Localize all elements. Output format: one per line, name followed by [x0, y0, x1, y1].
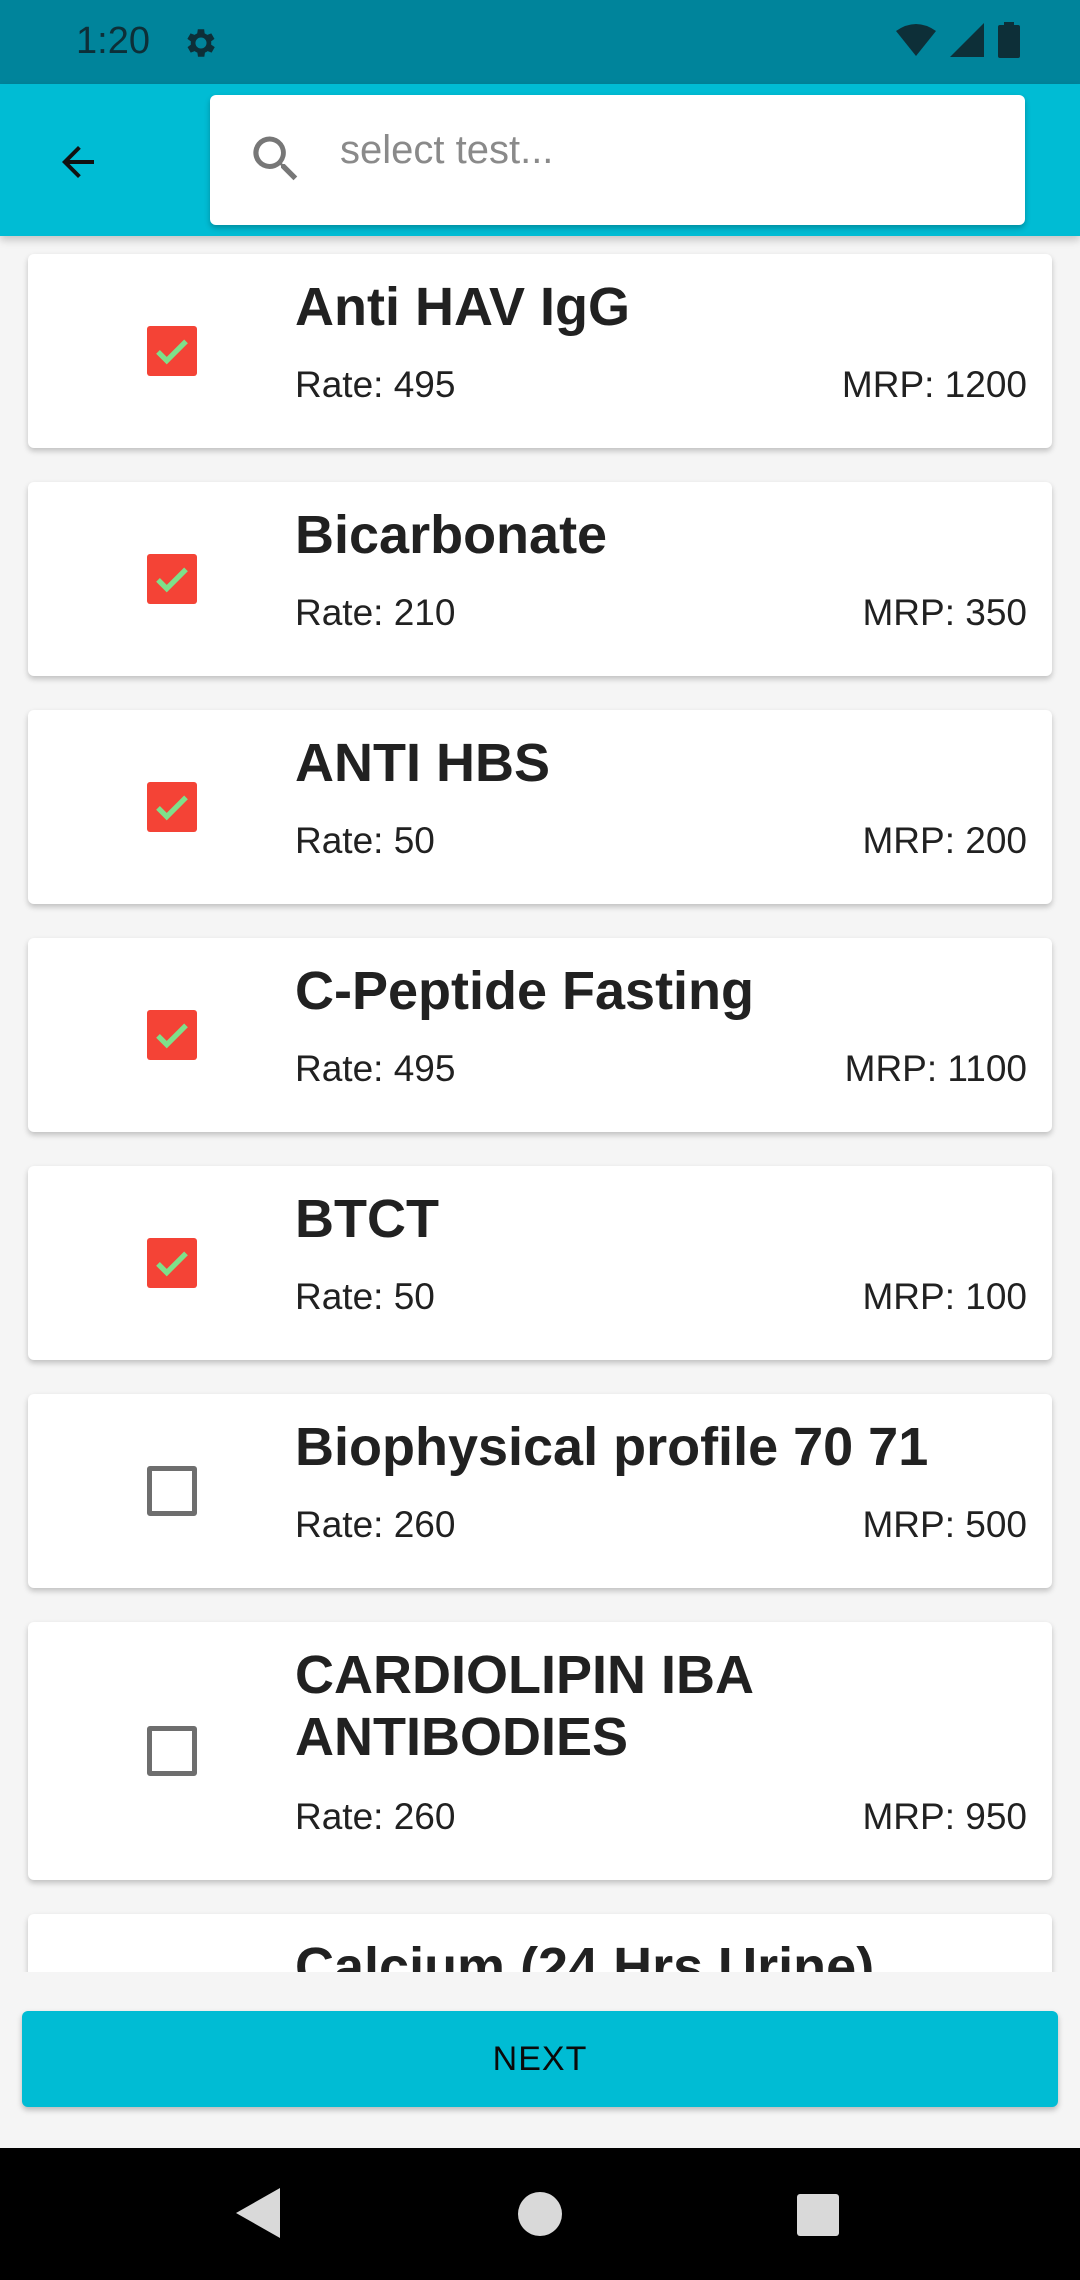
nav-back-icon[interactable]	[236, 2188, 280, 2243]
test-checkbox[interactable]	[147, 554, 197, 604]
test-checkbox[interactable]	[147, 1238, 197, 1288]
test-name: Biophysical profile 70 71	[295, 1417, 929, 1477]
check-icon	[156, 1251, 188, 1277]
signal-icon	[950, 23, 984, 62]
test-mrp: MRP: 100	[862, 1276, 1027, 1317]
test-card[interactable]: Biophysical profile 70 71 Rate: 260 MRP:…	[28, 1394, 1052, 1588]
test-card[interactable]: ANTI HBS Rate: 50 MRP: 200	[28, 710, 1052, 904]
test-name: Anti HAV IgG	[295, 277, 630, 337]
status-time: 1:20	[76, 20, 150, 62]
app-bar	[0, 84, 1080, 236]
test-card[interactable]: Bicarbonate Rate: 210 MRP: 350	[28, 482, 1052, 676]
test-checkbox[interactable]	[147, 1726, 197, 1776]
nav-recents-icon[interactable]	[797, 2194, 839, 2236]
test-checkbox[interactable]	[147, 326, 197, 376]
nav-home-icon[interactable]	[518, 2192, 562, 2236]
back-button[interactable]	[38, 128, 118, 200]
check-icon	[156, 795, 188, 821]
test-card[interactable]: Calcium (24 Hrs Urine)	[28, 1914, 1052, 1972]
test-list: Anti HAV IgG Rate: 495 MRP: 1200 Bicarbo…	[0, 236, 1080, 1972]
test-rate: Rate: 260	[295, 1504, 456, 1545]
check-icon	[156, 567, 188, 593]
test-rate: Rate: 495	[295, 1048, 456, 1089]
test-name: BTCT	[295, 1189, 439, 1249]
test-rate: Rate: 50	[295, 820, 435, 861]
check-icon	[156, 1023, 188, 1049]
search-input[interactable]	[340, 115, 1000, 185]
test-name: C-Peptide Fasting	[295, 961, 755, 1021]
search-box[interactable]	[210, 95, 1025, 225]
test-rate: Rate: 260	[295, 1796, 456, 1837]
test-card[interactable]: CARDIOLIPIN IBA ANTIBODIES Rate: 260 MRP…	[28, 1622, 1052, 1880]
test-name: Calcium (24 Hrs Urine)	[295, 1937, 875, 1972]
test-card[interactable]: C-Peptide Fasting Rate: 495 MRP: 1100	[28, 938, 1052, 1132]
test-rate: Rate: 210	[295, 592, 456, 633]
test-card[interactable]: BTCT Rate: 50 MRP: 100	[28, 1166, 1052, 1360]
arrow-back-icon	[54, 138, 102, 191]
wifi-icon	[896, 23, 936, 62]
test-name: Bicarbonate	[295, 505, 608, 565]
test-rate: Rate: 495	[295, 364, 456, 405]
test-checkbox[interactable]	[147, 1010, 197, 1060]
test-checkbox[interactable]	[147, 1466, 197, 1516]
battery-icon	[998, 22, 1020, 63]
next-button[interactable]: NEXT	[22, 2011, 1058, 2107]
test-mrp: MRP: 350	[862, 592, 1027, 633]
test-checkbox[interactable]	[147, 782, 197, 832]
check-icon	[156, 339, 188, 365]
test-card[interactable]: Anti HAV IgG Rate: 495 MRP: 1200	[28, 254, 1052, 448]
test-mrp: MRP: 500	[862, 1504, 1027, 1545]
test-mrp: MRP: 1200	[841, 364, 1027, 405]
status-bar: 1:20	[0, 0, 1080, 84]
bottom-bar: NEXT	[0, 1972, 1080, 2148]
test-name: ANTI HBS	[295, 733, 550, 793]
test-mrp: MRP: 1100	[844, 1048, 1027, 1089]
system-nav-bar	[0, 2148, 1080, 2280]
search-icon	[246, 129, 306, 189]
test-mrp: MRP: 200	[862, 820, 1027, 861]
test-rate: Rate: 50	[295, 1276, 435, 1317]
test-mrp: MRP: 950	[862, 1796, 1027, 1837]
test-name: CARDIOLIPIN IBA ANTIBODIES	[295, 1645, 752, 1767]
settings-gear-icon	[182, 24, 220, 62]
